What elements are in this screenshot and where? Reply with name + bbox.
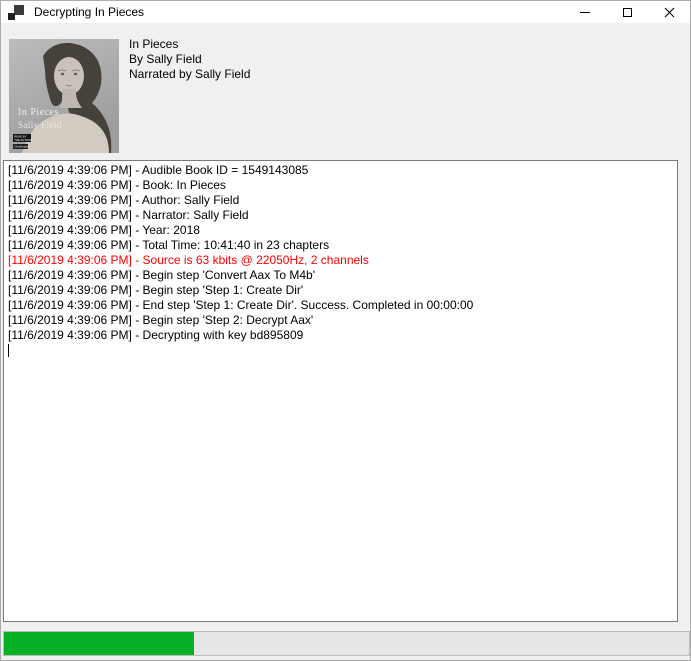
- close-button[interactable]: [648, 1, 690, 23]
- log-line: [11/6/2019 4:39:06 PM] - Begin step 'Ste…: [8, 313, 673, 328]
- maximize-button[interactable]: [606, 1, 648, 23]
- book-narrator: Narrated by Sally Field: [129, 67, 250, 82]
- log-line: [11/6/2019 4:39:06 PM] - Source is 63 kb…: [8, 253, 673, 268]
- cover-badge-line2: THE AUTHOR: [14, 138, 32, 142]
- app-window: Decrypting In Pieces: [0, 0, 691, 661]
- log-line: [11/6/2019 4:39:06 PM] - Author: Sally F…: [8, 193, 673, 208]
- app-icon-square-small: [8, 13, 15, 20]
- cover-edition-text: Unabridged: [14, 145, 30, 149]
- cover-title-text: In Pieces: [18, 107, 59, 118]
- book-title: In Pieces: [129, 37, 250, 52]
- log-area[interactable]: [11/6/2019 4:39:06 PM] - Audible Book ID…: [3, 160, 678, 622]
- log-line: [11/6/2019 4:39:06 PM] - Audible Book ID…: [8, 163, 673, 178]
- progress-bar-fill: [4, 632, 194, 655]
- app-icon-square-big: [14, 5, 24, 15]
- cover-author-text: Sally Field: [18, 120, 62, 130]
- log-line: [11/6/2019 4:39:06 PM] - End step 'Step …: [8, 298, 673, 313]
- progress-bar: [3, 631, 690, 656]
- log-line: [11/6/2019 4:39:06 PM] - Total Time: 10:…: [8, 238, 673, 253]
- log-line: [11/6/2019 4:39:06 PM] - Decrypting with…: [8, 328, 673, 343]
- log-line: [11/6/2019 4:39:06 PM] - Narrator: Sally…: [8, 208, 673, 223]
- maximize-icon: [623, 8, 632, 17]
- minimize-button[interactable]: [564, 1, 606, 23]
- log-line: [11/6/2019 4:39:06 PM] - Begin step 'Con…: [8, 268, 673, 283]
- window-title: Decrypting In Pieces: [34, 5, 144, 19]
- log-line: [11/6/2019 4:39:06 PM] - Begin step 'Ste…: [8, 283, 673, 298]
- close-icon: [664, 7, 675, 18]
- book-info: In Pieces By Sally Field Narrated by Sal…: [129, 37, 250, 82]
- book-author: By Sally Field: [129, 52, 250, 67]
- log-line: [11/6/2019 4:39:06 PM] - Year: 2018: [8, 223, 673, 238]
- log-line: [11/6/2019 4:39:06 PM] - Book: In Pieces: [8, 178, 673, 193]
- window-controls: [564, 1, 690, 23]
- text-caret: [8, 344, 9, 357]
- app-icon: [8, 4, 25, 21]
- title-bar[interactable]: Decrypting In Pieces: [1, 1, 690, 23]
- minimize-icon: [580, 12, 590, 13]
- book-cover-image: In Pieces Sally Field READ BY THE AUTHOR…: [9, 39, 119, 153]
